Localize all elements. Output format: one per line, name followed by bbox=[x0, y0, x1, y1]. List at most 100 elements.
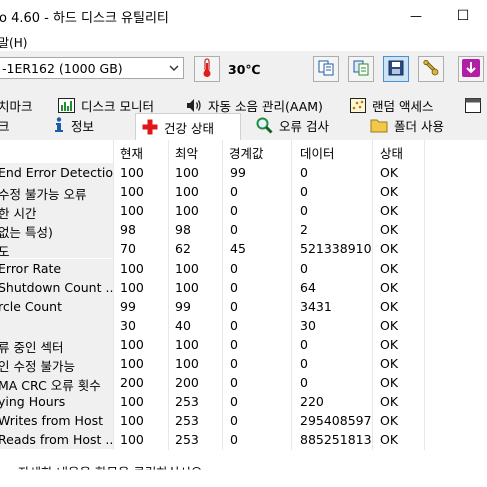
tab-label: 오류 검사 bbox=[279, 118, 329, 134]
info-icon bbox=[53, 117, 65, 133]
table-row[interactable]: 없는 특성) 98 98 0 2 OK bbox=[0, 220, 425, 240]
table-row[interactable]: MA CRC 오류 횟수 200 200 0 0 OK bbox=[0, 373, 425, 393]
col-header-current[interactable]: 현재 bbox=[120, 143, 143, 162]
attribute-name-cell: 인 수정 불가능 bbox=[0, 354, 113, 373]
cell-status: OK bbox=[380, 279, 399, 295]
table-row[interactable]: Writes from Host 100 253 0 295408597 OK bbox=[0, 411, 425, 431]
cell-current: 30 bbox=[120, 317, 136, 333]
copy-button[interactable] bbox=[313, 56, 339, 82]
cell-worst: 100 bbox=[175, 356, 199, 371]
table-row[interactable]: Reads from Host ... 100 253 0 885251813 OK bbox=[0, 430, 425, 450]
table-row[interactable]: 류 중인 섹터 100 100 0 0 OK bbox=[0, 334, 425, 354]
cell-threshold: 0 bbox=[230, 222, 238, 238]
cell-worst: 99 bbox=[175, 298, 191, 314]
cell-status: OK bbox=[380, 203, 399, 219]
attribute-name: Shutdown Count ... bbox=[0, 279, 113, 295]
attribute-name-cell: 없는 특성) bbox=[0, 220, 113, 240]
col-header-status[interactable]: 상태 bbox=[380, 143, 403, 162]
speaker-icon bbox=[186, 98, 202, 113]
table-row[interactable]: 인 수정 불가능 100 100 0 0 OK bbox=[0, 354, 425, 373]
tab-label: 크 bbox=[0, 118, 10, 134]
cell-current: 200 bbox=[120, 375, 144, 391]
table-row[interactable]: 30 40 0 30 OK bbox=[0, 315, 425, 335]
tab-label: 디스크 모니터 bbox=[81, 98, 154, 114]
drive-select[interactable]: -1ER162 (1000 GB) bbox=[0, 57, 184, 79]
table-row[interactable]: 도 70 62 45 521338910 OK bbox=[0, 239, 425, 259]
table-row[interactable]: Error Rate 100 100 0 0 OK bbox=[0, 258, 425, 278]
floppy-disk-icon bbox=[387, 59, 405, 80]
tab-random-access[interactable]: 랜덤 액세스 bbox=[350, 95, 433, 115]
attribute-name-cell: 도 bbox=[0, 239, 113, 259]
table-row[interactable]: ying Hours 100 253 0 220 OK bbox=[0, 392, 425, 412]
cell-threshold: 0 bbox=[230, 356, 238, 371]
cell-worst: 253 bbox=[175, 394, 199, 410]
menu-help[interactable]: 말(H) bbox=[0, 34, 27, 51]
window-icon bbox=[465, 97, 481, 113]
tab-row2-first[interactable]: 크 bbox=[0, 115, 10, 135]
cell-threshold: 0 bbox=[230, 336, 238, 352]
cell-current: 100 bbox=[120, 356, 144, 371]
cell-current: 100 bbox=[120, 413, 144, 429]
attribute-name-cell: Shutdown Count ... bbox=[0, 277, 113, 297]
minimize-button[interactable]: — bbox=[393, 0, 439, 31]
attribute-name: Writes from Host bbox=[0, 413, 104, 429]
cell-threshold: 0 bbox=[230, 203, 238, 219]
copy-all-icon bbox=[352, 59, 370, 80]
table-row[interactable]: 수정 불가능 오류 100 100 0 0 OK bbox=[0, 182, 425, 202]
cell-threshold: 0 bbox=[230, 375, 238, 391]
bar-chart-icon bbox=[58, 97, 75, 113]
tab-label: 자동 소음 관리(AAM) bbox=[208, 98, 323, 114]
maximize-icon: ☐ bbox=[456, 7, 470, 24]
cell-threshold: 0 bbox=[230, 279, 238, 295]
cell-status: OK bbox=[380, 260, 399, 276]
tab-label: 랜덤 액세스 bbox=[372, 98, 434, 114]
cell-threshold: 0 bbox=[230, 260, 238, 276]
minimize-icon: — bbox=[410, 8, 422, 23]
table-row[interactable]: 한 시간 100 100 0 0 OK bbox=[0, 201, 425, 221]
copy-all-button[interactable] bbox=[348, 56, 374, 82]
table-row[interactable]: rcle Count 99 99 0 3431 OK bbox=[0, 296, 425, 316]
cell-current: 100 bbox=[120, 394, 144, 410]
cell-current: 100 bbox=[120, 260, 144, 276]
attribute-name: MA CRC 오류 횟수 bbox=[0, 378, 101, 393]
col-header-worst[interactable]: 최악 bbox=[175, 143, 198, 162]
tab-label: 건강 상태 bbox=[164, 120, 214, 136]
cell-current: 100 bbox=[120, 432, 144, 448]
options-button[interactable] bbox=[418, 56, 444, 82]
cell-worst: 100 bbox=[175, 336, 199, 352]
attribute-name-cell: Writes from Host bbox=[0, 411, 113, 431]
tab-info[interactable]: 정보 bbox=[53, 115, 94, 135]
exit-button[interactable] bbox=[458, 56, 484, 82]
tab-aam[interactable]: 자동 소음 관리(AAM) bbox=[186, 95, 323, 115]
tab-health[interactable]: 건강 상태 bbox=[135, 113, 241, 140]
table-row[interactable]: End Error Detection... 100 100 99 0 OK bbox=[0, 163, 425, 182]
table-row[interactable]: Shutdown Count ... 100 100 0 64 OK bbox=[0, 277, 425, 297]
magnifier-icon bbox=[256, 117, 273, 134]
attribute-name: 도 bbox=[0, 244, 10, 259]
tab-error-scan[interactable]: 오류 검사 bbox=[256, 115, 329, 135]
tab-extra[interactable] bbox=[465, 95, 487, 115]
drive-select-value: -1ER162 (1000 GB) bbox=[2, 61, 123, 76]
attribute-name: Error Rate bbox=[0, 260, 62, 276]
cell-worst: 200 bbox=[175, 375, 199, 391]
cell-status: OK bbox=[380, 165, 399, 180]
cell-worst: 62 bbox=[175, 241, 191, 257]
cell-data: 0 bbox=[300, 184, 308, 200]
col-header-threshold[interactable]: 경계값 bbox=[229, 143, 264, 162]
cell-status: OK bbox=[380, 298, 399, 314]
cell-current: 100 bbox=[120, 184, 144, 200]
red-cross-icon bbox=[142, 119, 158, 135]
attribute-name: 수정 불가능 오류 bbox=[0, 187, 87, 202]
tab-benchmark[interactable]: 치마크 bbox=[0, 95, 33, 115]
temperature-readout: 30℃ bbox=[228, 62, 261, 77]
window-title: o 4.60 - 하드 디스크 유틸리티 bbox=[0, 11, 169, 26]
down-arrow-icon bbox=[461, 58, 481, 81]
cell-threshold: 0 bbox=[230, 184, 238, 200]
cell-status: OK bbox=[380, 394, 399, 410]
maximize-button[interactable]: ☐ bbox=[440, 0, 486, 31]
col-header-data[interactable]: 데이터 bbox=[300, 143, 335, 162]
tab-folder-usage[interactable]: 폴더 사용 bbox=[370, 115, 444, 135]
save-button[interactable] bbox=[383, 56, 409, 82]
tab-disk-monitor[interactable]: 디스크 모니터 bbox=[58, 95, 154, 115]
temperature-button[interactable] bbox=[194, 56, 220, 82]
